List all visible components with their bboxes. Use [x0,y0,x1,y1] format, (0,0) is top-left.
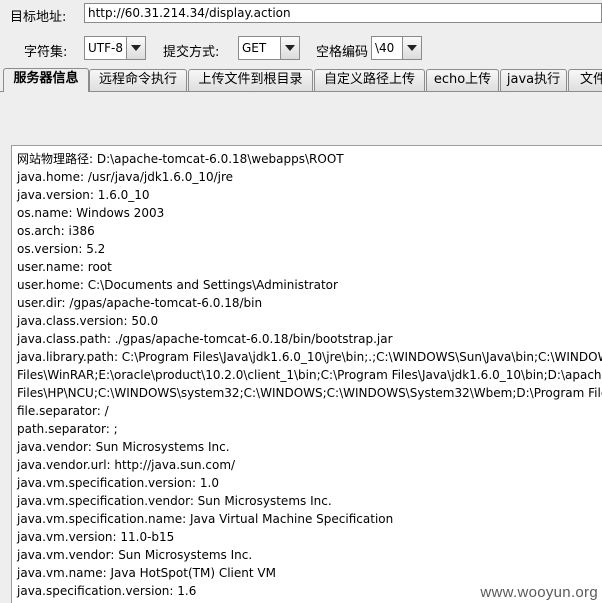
output-line: java.vm.version: 11.0-b15 [17,530,175,544]
url-input[interactable]: http://60.31.214.34/display.action [84,3,602,23]
output-line: path.separator: ; [17,422,118,436]
url-label: 目标地址: [10,10,67,25]
output-line: java.vm.specification.name: Java Virtual… [17,512,394,526]
output-line: java.vm.specification.version: 1.0 [17,476,219,490]
url-row: 目标地址: http://60.31.214.34/display.action [0,0,602,30]
output-line: java.vm.vendor: Sun Microsystems Inc. [17,548,253,562]
method-select[interactable]: GET [238,36,300,60]
tab-echo-upload[interactable]: echo上传 [426,69,499,91]
output-line: user.name: root [17,260,112,274]
output-line: os.name: Windows 2003 [17,206,165,220]
space-encoding-label: 空格编码 [316,45,369,60]
output-line: os.version: 5.2 [17,242,106,256]
tab-file[interactable]: 文件 [568,69,602,91]
tab-server-info[interactable]: 服务器信息 [3,68,89,92]
tab-custom-path-upload[interactable]: 自定义路径上传 [314,69,425,91]
output-line: os.arch: i386 [17,224,95,238]
output-line: 网站物理路径: D:\apache-tomcat-6.0.18\webapps\… [17,152,344,166]
method-value: GET [242,41,267,55]
output-line: java.class.path: ./gpas/apache-tomcat-6.… [17,332,393,346]
chevron-down-icon[interactable] [280,37,299,59]
output-line: java.home: /usr/java/jdk1.6.0_10/jre [17,170,234,184]
output-line: java.vm.name: Java HotSpot(TM) Client VM [17,566,276,580]
tab-bar: 服务器信息 远程命令执行 上传文件到根目录 自定义路径上传 echo上传 jav… [0,68,602,92]
output-line: Files\HP\NCU;C:\WINDOWS\system32;C:\WIND… [17,386,602,400]
charset-value: UTF-8 [88,41,123,55]
app-window: 目标地址: http://60.31.214.34/display.action… [0,0,602,603]
output-line: java.vm.specification.vendor: Sun Micros… [17,494,332,508]
chevron-down-icon[interactable] [126,37,145,59]
output-line: java.version: 1.6.0_10 [17,188,150,202]
options-row: 字符集: UTF-8 提交方式: GET 空格编码 \40 [0,34,602,64]
tab-java-exec[interactable]: java执行 [500,69,567,91]
output-line: Files\WinRAR;E:\oracle\product\10.2.0\cl… [17,368,602,382]
output-line: java.vendor: Sun Microsystems Inc. [17,440,230,454]
output-line: java.specification.version: 1.6 [17,584,197,598]
space-encoding-value: \40 [375,41,395,55]
output-line: java.library.path: C:\Program Files\Java… [17,350,602,364]
output-line: java.class.version: 50.0 [17,314,159,328]
charset-select[interactable]: UTF-8 [84,36,146,60]
output-line: java.vendor.url: http://java.sun.com/ [17,458,236,472]
output-textarea[interactable]: 网站物理路径: D:\apache-tomcat-6.0.18\webapps\… [11,145,602,603]
space-encoding-select[interactable]: \40 [371,36,422,60]
method-label: 提交方式: [163,45,220,60]
output-line: user.home: C:\Documents and Settings\Adm… [17,278,338,292]
tab-remote-command[interactable]: 远程命令执行 [89,69,187,91]
output-line: file.separator: / [17,404,109,418]
tab-upload-root[interactable]: 上传文件到根目录 [188,69,313,91]
output-line: user.dir: /gpas/apache-tomcat-6.0.18/bin [17,296,263,310]
tab-divider [0,91,602,92]
charset-label: 字符集: [24,45,68,60]
chevron-down-icon[interactable] [402,37,421,59]
watermark: www.wooyun.org [480,584,598,601]
